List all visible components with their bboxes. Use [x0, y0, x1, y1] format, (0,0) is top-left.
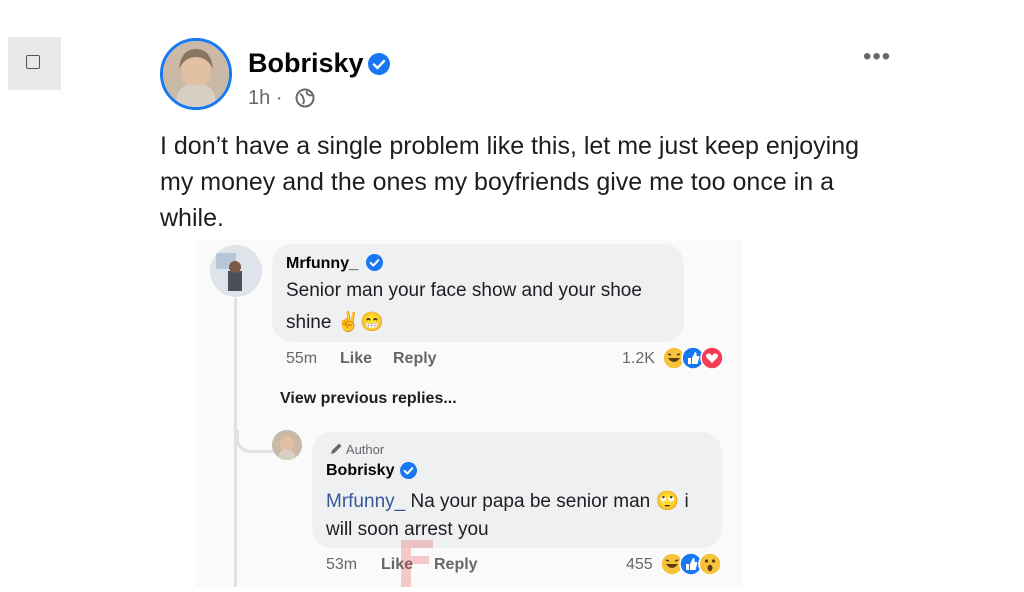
- reactions-count[interactable]: 1.2K: [622, 350, 655, 368]
- verified-icon: [368, 53, 390, 75]
- checkbox-icon: [26, 55, 40, 69]
- meta-separator: ·: [275, 87, 283, 109]
- reactions-summary[interactable]: [662, 346, 726, 370]
- love-reaction-icon: [700, 346, 724, 370]
- comment-time[interactable]: 55m: [286, 350, 317, 368]
- globe-icon: [295, 88, 315, 108]
- reply-text: Mrfunny_ Na your papa be senior man 🙄 i …: [326, 488, 716, 544]
- more-options-button[interactable]: •••: [863, 43, 891, 71]
- verified-icon: [366, 254, 383, 271]
- verified-icon: [400, 462, 417, 479]
- commenter-name[interactable]: Mrfunny_: [286, 255, 358, 273]
- thread-connector: [236, 430, 273, 453]
- reply-button[interactable]: Reply: [393, 350, 437, 368]
- reply-time[interactable]: 53m: [326, 556, 357, 574]
- wow-reaction-icon: [698, 552, 722, 576]
- post-meta: 1h ·: [248, 87, 282, 110]
- like-button[interactable]: Like: [340, 350, 372, 368]
- reactions-summary[interactable]: [660, 552, 724, 576]
- author-avatar[interactable]: [160, 38, 232, 110]
- commenter-avatar[interactable]: [210, 245, 262, 297]
- reply-author-name[interactable]: Bobrisky: [326, 462, 394, 480]
- reply-avatar[interactable]: [272, 430, 302, 460]
- reactions-count[interactable]: 455: [626, 556, 653, 574]
- mention-link[interactable]: Mrfunny_: [326, 491, 405, 512]
- post-text: I don’t have a single problem like this,…: [160, 132, 859, 232]
- select-checkbox[interactable]: [8, 37, 61, 90]
- post-time[interactable]: 1h: [248, 87, 270, 109]
- author-badge-label: Author: [345, 442, 385, 457]
- author-badge: Author: [330, 442, 384, 457]
- comment-text: Senior man your face show and your shoe …: [286, 280, 642, 333]
- pencil-icon: [331, 443, 342, 454]
- post-author-name[interactable]: Bobrisky: [248, 48, 364, 79]
- view-previous-replies[interactable]: View previous replies...: [280, 390, 457, 408]
- watermark: [393, 530, 441, 587]
